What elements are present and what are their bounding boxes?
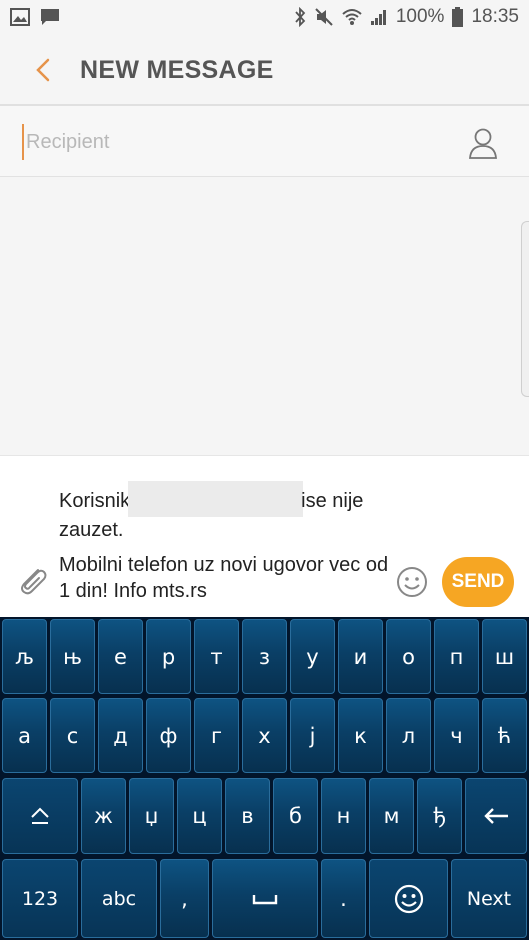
recipient-bar [0, 106, 529, 177]
message-input[interactable]: Mobilni telefon uz novi ugovor vec od 1 … [59, 552, 389, 604]
image-icon [10, 8, 30, 26]
page-title: NEW MESSAGE [80, 56, 274, 84]
contact-icon [469, 128, 497, 159]
numbers-key[interactable]: 123 [2, 859, 78, 938]
backspace-key[interactable] [465, 778, 527, 854]
shift-key[interactable] [2, 778, 78, 854]
space-key[interactable] [212, 859, 318, 938]
bluetooth-icon [295, 7, 306, 27]
back-arrow-icon [36, 58, 50, 82]
back-button[interactable] [26, 52, 62, 88]
key-e[interactable]: е [98, 619, 143, 694]
recipient-input[interactable] [22, 124, 448, 160]
emoji-key[interactable] [369, 859, 448, 938]
key-g[interactable]: г [194, 698, 239, 773]
key-i[interactable]: и [338, 619, 383, 694]
key-r[interactable]: р [146, 619, 191, 694]
conversation-area [0, 177, 529, 455]
key-l[interactable]: л [386, 698, 431, 773]
smiley-icon [397, 567, 427, 597]
key-zh[interactable]: ж [81, 778, 126, 854]
key-u[interactable]: у [290, 619, 335, 694]
key-v[interactable]: в [225, 778, 270, 854]
message-text-line1[interactable]: Korisnik ise nije zauzet. [59, 481, 389, 543]
key-h[interactable]: х [242, 698, 287, 773]
keyboard: љ њ е р т з у и о п ш а с д ф г х ј к л … [0, 617, 529, 940]
key-m[interactable]: м [369, 778, 414, 854]
key-nje[interactable]: њ [50, 619, 95, 694]
key-t[interactable]: т [194, 619, 239, 694]
key-a[interactable]: а [2, 698, 47, 773]
emoji-icon [394, 884, 423, 913]
space-icon [252, 894, 278, 904]
key-lje[interactable]: љ [2, 619, 47, 694]
period-key[interactable]: . [321, 859, 366, 938]
message-text-next: zauzet. [59, 519, 124, 541]
next-key[interactable]: Next [451, 859, 527, 938]
signal-icon [370, 10, 386, 25]
battery-icon [452, 7, 464, 27]
backspace-icon [484, 808, 508, 824]
key-c[interactable]: ц [177, 778, 222, 854]
send-button[interactable]: SEND [442, 557, 514, 607]
key-dzh[interactable]: џ [129, 778, 174, 854]
key-tj[interactable]: ћ [482, 698, 527, 773]
contacts-button[interactable] [467, 126, 499, 160]
key-o[interactable]: о [386, 619, 431, 694]
key-ch[interactable]: ч [434, 698, 479, 773]
redacted-block [128, 481, 304, 517]
key-k[interactable]: к [338, 698, 383, 773]
key-j[interactable]: ј [290, 698, 335, 773]
comma-key[interactable]: , [160, 859, 209, 938]
clock: 18:35 [471, 6, 519, 27]
paperclip-icon [21, 569, 47, 595]
key-s[interactable]: с [50, 698, 95, 773]
key-sh[interactable]: ш [482, 619, 527, 694]
key-p[interactable]: п [434, 619, 479, 694]
message-text-end: ise nije [301, 490, 364, 512]
key-f[interactable]: ф [146, 698, 191, 773]
message-text-start: Korisnik [59, 490, 131, 512]
key-b[interactable]: б [273, 778, 318, 854]
shift-icon [31, 807, 49, 824]
mute-icon [315, 8, 333, 26]
scroll-handle[interactable] [521, 221, 529, 397]
attach-button[interactable] [16, 564, 50, 598]
compose-area[interactable]: Korisnik ise nije zauzet. Mobilni telefon… [0, 455, 529, 618]
app-header: NEW MESSAGE [0, 36, 529, 106]
status-bar: 100% 18:35 [0, 0, 529, 36]
emoji-button[interactable] [396, 566, 428, 598]
key-z[interactable]: з [242, 619, 287, 694]
key-dj[interactable]: ђ [417, 778, 462, 854]
chat-icon [41, 9, 59, 25]
wifi-icon [342, 9, 362, 25]
key-n[interactable]: н [321, 778, 366, 854]
key-d[interactable]: д [98, 698, 143, 773]
abc-key[interactable]: abc [81, 859, 157, 938]
battery-percent: 100% [395, 6, 445, 27]
